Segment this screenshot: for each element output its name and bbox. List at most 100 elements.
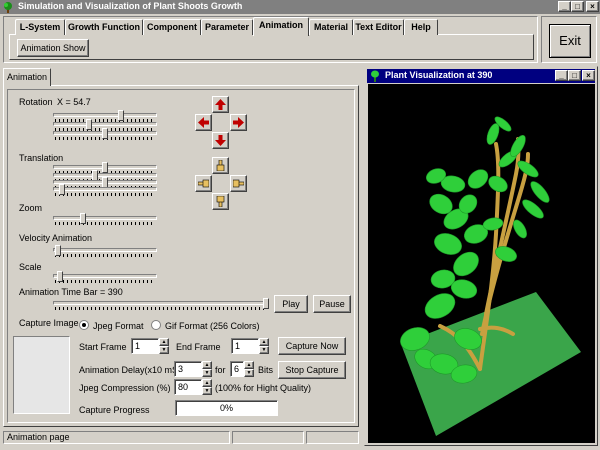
jpeg-compression-arrows[interactable]: ▲ ▼: [202, 379, 212, 395]
gif-format-label: Gif Format (256 Colors): [165, 321, 260, 331]
translation-slider-4[interactable]: [53, 184, 157, 196]
gif-format-radio[interactable]: [151, 320, 161, 330]
tab-growth-function[interactable]: Growth Function: [65, 19, 143, 35]
translate-left-button[interactable]: [195, 175, 212, 192]
time-bar-slider[interactable]: [53, 298, 269, 310]
time-bar-label: Animation Time Bar: [19, 287, 98, 297]
slider-thumb[interactable]: [57, 271, 63, 282]
slider-track: [53, 187, 157, 191]
arrow-left-icon: [198, 117, 209, 128]
start-frame-input[interactable]: 1: [131, 338, 159, 354]
exit-button[interactable]: Exit: [549, 24, 591, 58]
main-maximize-button[interactable]: □: [571, 1, 584, 12]
bits-input[interactable]: 6: [230, 361, 244, 377]
main-title-bar: Simulation and Visualization of Plant Sh…: [0, 0, 600, 14]
translate-right-button[interactable]: [230, 175, 247, 192]
zoom-slider[interactable]: [53, 213, 157, 225]
translate-down-button[interactable]: [212, 193, 229, 210]
spin-down-icon[interactable]: ▼: [259, 346, 269, 354]
start-frame-spinner[interactable]: 1 ▲ ▼: [131, 338, 169, 354]
viz-close-button[interactable]: ×: [582, 70, 595, 81]
spin-up-icon[interactable]: ▲: [202, 379, 212, 387]
animation-show-button[interactable]: Animation Show: [17, 39, 89, 57]
slider-thumb[interactable]: [55, 245, 61, 256]
play-button[interactable]: Play: [274, 295, 308, 313]
animation-panel-tab[interactable]: Animation: [3, 68, 51, 86]
jpeg-format-label: Jpeg Format: [93, 321, 144, 331]
slider-ticks: [55, 254, 155, 257]
quality-note: (100% for Hight Quality): [215, 383, 312, 393]
bits-label: Bits: [258, 365, 274, 375]
spin-up-icon[interactable]: ▲: [159, 338, 169, 346]
tab-parameter[interactable]: Parameter: [201, 19, 253, 35]
velocity-slider[interactable]: [53, 245, 157, 257]
jpeg-format-radio[interactable]: [79, 320, 89, 330]
app-tree-icon: [2, 1, 14, 14]
slider-thumb[interactable]: [80, 213, 86, 224]
rotate-down-button[interactable]: [212, 132, 229, 149]
tab-component[interactable]: Component: [143, 19, 201, 35]
hand-left-icon: [198, 179, 209, 188]
rotate-right-button[interactable]: [230, 114, 247, 131]
translate-up-button[interactable]: [212, 157, 229, 174]
viz-window-title: Plant Visualization at 390: [385, 70, 493, 80]
top-tab-panel: L-System Growth Function Component Param…: [3, 16, 538, 63]
end-frame-spinner[interactable]: 1 ▲ ▼: [231, 338, 269, 354]
tab-l-system[interactable]: L-System: [15, 19, 65, 35]
main-close-button[interactable]: ×: [586, 1, 599, 12]
plant-render: [400, 116, 581, 436]
viz-plant-icon: [369, 70, 381, 83]
slider-thumb[interactable]: [102, 128, 108, 139]
spin-down-icon[interactable]: ▼: [159, 346, 169, 354]
arrow-up-icon: [215, 99, 226, 110]
bits-spinner[interactable]: 6 ▲ ▼: [230, 361, 254, 377]
animation-delay-spinner[interactable]: 3 ▲ ▼: [174, 361, 212, 377]
jpeg-compression-input[interactable]: 80: [174, 379, 202, 395]
capture-preview: [13, 336, 70, 414]
rotate-up-button[interactable]: [212, 96, 229, 113]
end-frame-label: End Frame: [176, 342, 221, 352]
spin-up-icon[interactable]: ▲: [259, 338, 269, 346]
spin-up-icon[interactable]: ▲: [244, 361, 254, 369]
main-window-title: Simulation and Visualization of Plant Sh…: [18, 1, 243, 11]
slider-ticks: [55, 222, 155, 225]
capture-now-button[interactable]: Capture Now: [278, 337, 346, 355]
jpeg-compression-spinner[interactable]: 80 ▲ ▼: [174, 379, 212, 395]
tab-animation[interactable]: Animation: [253, 17, 309, 36]
spin-up-icon[interactable]: ▲: [202, 361, 212, 369]
leaf: [434, 233, 462, 255]
bits-arrows[interactable]: ▲ ▼: [244, 361, 254, 377]
tab-help[interactable]: Help: [404, 19, 438, 35]
end-frame-input[interactable]: 1: [231, 338, 259, 354]
stop-capture-button[interactable]: Stop Capture: [278, 361, 346, 379]
scale-label: Scale: [19, 262, 42, 272]
slider-ticks: [55, 280, 155, 283]
jpeg-compression-label: Jpeg Compression (%): [79, 383, 171, 393]
rotation-slider-z[interactable]: [53, 128, 157, 140]
velocity-label: Velocity Animation: [19, 233, 93, 243]
end-frame-arrows[interactable]: ▲ ▼: [259, 338, 269, 354]
slider-track: [53, 248, 157, 252]
spin-down-icon[interactable]: ▼: [202, 369, 212, 377]
spin-down-icon[interactable]: ▼: [244, 369, 254, 377]
start-frame-arrows[interactable]: ▲ ▼: [159, 338, 169, 354]
slider-thumb[interactable]: [59, 184, 65, 195]
main-minimize-button[interactable]: _: [558, 1, 571, 12]
plant-canvas[interactable]: [368, 84, 595, 443]
spin-down-icon[interactable]: ▼: [202, 387, 212, 395]
start-frame-label: Start Frame: [79, 342, 127, 352]
scale-slider[interactable]: [53, 271, 157, 283]
time-bar-value: = 390: [100, 287, 123, 297]
animation-delay-input[interactable]: 3: [174, 361, 202, 377]
rotate-left-button[interactable]: [195, 114, 212, 131]
slider-ticks: [55, 193, 155, 196]
capture-progress-text: 0%: [219, 403, 233, 413]
delay-arrows[interactable]: ▲ ▼: [202, 361, 212, 377]
viz-minimize-button[interactable]: _: [555, 70, 568, 81]
exit-label: Exit: [559, 33, 581, 48]
pause-button[interactable]: Pause: [313, 295, 351, 313]
viz-maximize-button[interactable]: □: [568, 70, 581, 81]
tab-text-editor[interactable]: Text Editor: [353, 19, 404, 35]
slider-thumb[interactable]: [263, 298, 269, 309]
tab-material[interactable]: Material: [309, 19, 353, 35]
